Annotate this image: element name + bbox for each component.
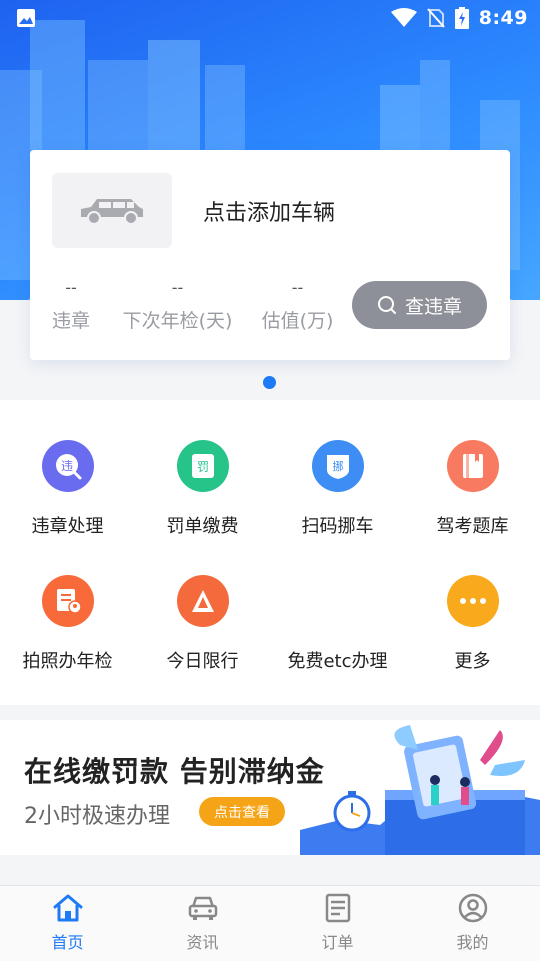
- tab-news[interactable]: 资讯: [135, 886, 270, 961]
- banner-title: 在线缴罚款 告别滞纳金: [24, 755, 325, 788]
- service-question-bank[interactable]: 驾考题库: [405, 440, 540, 538]
- service-label: 今日限行: [166, 651, 239, 672]
- carousel-dot: [263, 376, 276, 389]
- battery-charging-icon: [454, 7, 469, 29]
- service-label: 驾考题库: [436, 516, 509, 537]
- banner-view-button[interactable]: 点击查看: [199, 797, 285, 826]
- svg-text:违: 违: [60, 459, 72, 473]
- tab-orders[interactable]: 订单: [270, 886, 405, 961]
- restriction-icon: [176, 575, 229, 627]
- home-icon: [53, 894, 82, 922]
- tab-label: 首页: [51, 933, 84, 952]
- status-bar: 8:49: [0, 0, 540, 36]
- service-label: 拍照办年检: [22, 651, 113, 672]
- image-notification-icon: [17, 9, 35, 27]
- tab-home[interactable]: 首页: [0, 886, 135, 961]
- add-vehicle-link[interactable]: 点击添加车辆: [203, 195, 335, 227]
- tab-label: 资讯: [186, 933, 219, 952]
- valuation-stat[interactable]: -- 估值(万): [260, 278, 335, 333]
- etc-icon-placeholder: [312, 575, 364, 627]
- service-violation[interactable]: 违 违章处理: [0, 440, 135, 538]
- tab-profile[interactable]: 我的: [405, 886, 540, 961]
- svg-text:罚: 罚: [196, 460, 208, 474]
- violation-stat[interactable]: -- 违章: [50, 278, 92, 333]
- inspection-days: --: [171, 278, 184, 297]
- wifi-icon: [390, 8, 417, 27]
- no-sim-icon: [426, 8, 445, 28]
- more-icon: [446, 575, 499, 627]
- service-label: 更多: [454, 651, 491, 672]
- service-photo-inspection[interactable]: 拍照办年检: [0, 575, 135, 673]
- inspection-label: 下次年检(天): [122, 310, 233, 332]
- service-label: 违章处理: [31, 516, 104, 537]
- service-free-etc[interactable]: 免费etc办理: [270, 575, 405, 673]
- tab-label: 订单: [321, 933, 354, 952]
- query-violation-button[interactable]: 查违章: [352, 281, 487, 329]
- service-label: 免费etc办理: [287, 651, 388, 672]
- service-label: 罚单缴费: [166, 516, 239, 537]
- banner-illustration: [300, 725, 540, 855]
- valuation-value: --: [291, 278, 304, 297]
- car-icon: [188, 896, 217, 920]
- violation-icon: 违: [41, 440, 94, 492]
- section-divider: [0, 855, 540, 870]
- search-icon: [377, 296, 396, 314]
- car-placeholder[interactable]: [52, 173, 172, 248]
- service-more[interactable]: 更多: [405, 575, 540, 673]
- service-ticket[interactable]: 罚 罚单缴费: [135, 440, 270, 538]
- car-silhouette-icon: [81, 198, 143, 225]
- bottom-tab-bar: 首页 资讯 订单 我的: [0, 885, 540, 961]
- inspection-icon: [41, 575, 94, 627]
- move-car-icon: 挪: [311, 440, 364, 492]
- clock: 8:49: [478, 7, 528, 29]
- service-grid: 违 违章处理 罚 罚单缴费 挪 扫码挪车 驾考题库 拍照办年检 今日限行 免费e…: [0, 400, 540, 705]
- query-violation-label: 查违章: [404, 295, 462, 318]
- fine-payment-banner[interactable]: 在线缴罚款 告别滞纳金 2小时极速办理 点击查看: [0, 720, 540, 855]
- violation-label: 违章: [51, 310, 90, 332]
- tab-label: 我的: [456, 933, 489, 952]
- valuation-label: 估值(万): [261, 310, 334, 332]
- ticket-icon: 罚: [176, 440, 229, 492]
- service-label: 扫码挪车: [301, 516, 374, 537]
- order-icon: [325, 893, 350, 923]
- profile-icon: [458, 893, 487, 923]
- inspection-stat[interactable]: -- 下次年检(天): [120, 278, 235, 333]
- banner-subtitle: 2小时极速办理: [24, 804, 170, 829]
- question-bank-icon: [446, 440, 499, 492]
- vehicle-card: 点击添加车辆 -- 违章 -- 下次年检(天) -- 估值(万) 查违章: [30, 150, 510, 360]
- service-restriction[interactable]: 今日限行: [135, 575, 270, 673]
- svg-text:挪: 挪: [332, 459, 343, 473]
- violation-count: --: [65, 278, 77, 297]
- service-move-car[interactable]: 挪 扫码挪车: [270, 440, 405, 538]
